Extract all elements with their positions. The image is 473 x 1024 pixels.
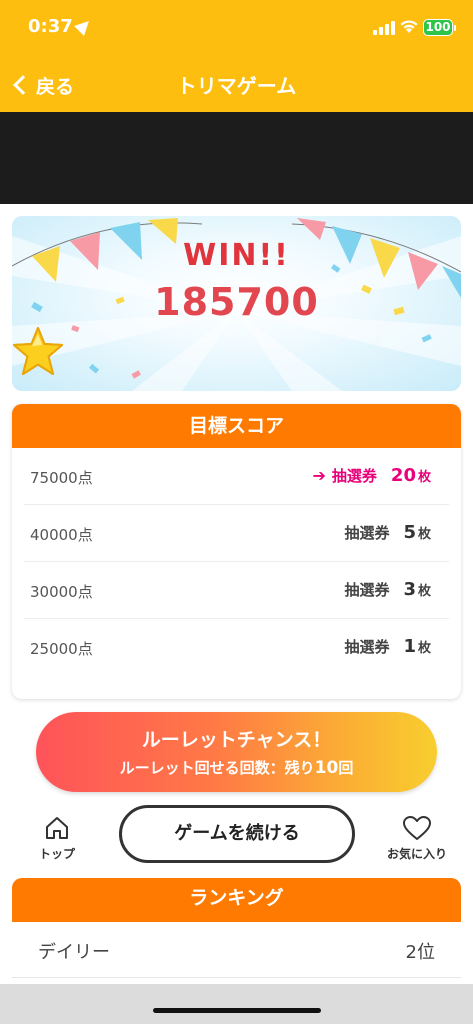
ticket-count: 1 — [403, 636, 416, 657]
ticket-reward: ➔ 抽選券 20 枚 — [313, 465, 432, 486]
win-text: WIN!! — [183, 238, 290, 273]
target-score: 75000点 — [30, 469, 93, 487]
ticket-unit: 枚 — [417, 584, 431, 599]
ranking-value: 2位 — [405, 942, 435, 963]
wifi-icon — [400, 20, 418, 33]
continue-game-button[interactable]: ゲームを続ける — [119, 805, 355, 863]
ticket-label: 抽選券 — [344, 638, 390, 656]
target-score-card: 目標スコア 75000点 ➔ 抽選券 20 枚 40000点 抽選券 5 枚 3… — [12, 404, 461, 699]
roulette-title: ルーレットチャンス！ — [141, 729, 332, 751]
ticket-reward: 抽選券 5 枚 — [344, 522, 431, 543]
app-header: 0:37 100 戻る トリマゲーム — [0, 0, 473, 112]
ad-banner — [0, 112, 473, 204]
status-bar: 0:37 100 — [0, 0, 473, 50]
target-row: 40000点 抽選券 5 枚 — [24, 505, 449, 562]
roulette-remaining-prefix: ルーレット回せる回数：残り — [119, 759, 315, 777]
home-icon — [46, 817, 68, 839]
ticket-reward: 抽選券 3 枚 — [344, 579, 431, 600]
ranking-title: ランキング — [12, 878, 461, 922]
target-score: 30000点 — [30, 583, 93, 601]
ticket-count: 20 — [390, 465, 416, 486]
roulette-chance-button[interactable]: ルーレットチャンス！ ルーレット回せる回数：残り10回 — [36, 712, 437, 792]
roulette-remaining-count: 10 — [314, 758, 339, 778]
ranking-row[interactable]: デイリー 2位 — [12, 922, 461, 978]
target-score-title: 目標スコア — [12, 404, 461, 448]
win-result-card: WIN!! 185700 — [12, 216, 461, 391]
result-score: 185700 — [154, 280, 319, 324]
heart-icon — [403, 816, 431, 840]
target-row: 30000点 抽選券 3 枚 — [24, 562, 449, 619]
ticket-reward: 抽選券 1 枚 — [344, 636, 431, 657]
top-nav-button[interactable]: トップ — [28, 815, 86, 862]
battery-indicator: 100 — [423, 19, 453, 36]
home-indicator[interactable] — [153, 1008, 321, 1013]
arrow-right-icon: ➔ — [312, 466, 326, 485]
battery-tip-icon — [454, 25, 456, 31]
target-row: 75000点 ➔ 抽選券 20 枚 — [24, 448, 449, 505]
status-time: 0:37 — [28, 16, 73, 37]
cellular-signal-icon — [373, 21, 395, 35]
page-title: トリマゲーム — [176, 74, 297, 98]
bottom-safe-area — [0, 984, 473, 1024]
target-score: 25000点 — [30, 640, 93, 658]
roulette-remaining: ルーレット回せる回数：残り10回 — [36, 757, 437, 778]
ticket-label: 抽選券 — [344, 524, 390, 542]
target-row: 25000点 抽選券 1 枚 — [24, 619, 449, 676]
star-icon — [13, 327, 63, 375]
ticket-unit: 枚 — [417, 527, 431, 542]
ticket-count: 3 — [403, 579, 416, 600]
favorite-nav-button[interactable]: お気に入り — [380, 815, 454, 862]
top-nav-label: トップ — [38, 847, 75, 861]
target-score: 40000点 — [30, 526, 93, 544]
favorite-nav-label: お気に入り — [386, 847, 447, 861]
ticket-label: 抽選券 — [331, 467, 377, 485]
ticket-unit: 枚 — [417, 641, 431, 656]
ticket-label: 抽選券 — [344, 581, 390, 599]
ticket-unit: 枚 — [417, 470, 431, 485]
roulette-remaining-suffix: 回 — [338, 759, 354, 777]
location-arrow-icon — [74, 16, 94, 36]
ranking-label: デイリー — [38, 942, 110, 963]
ticket-count: 5 — [403, 522, 416, 543]
